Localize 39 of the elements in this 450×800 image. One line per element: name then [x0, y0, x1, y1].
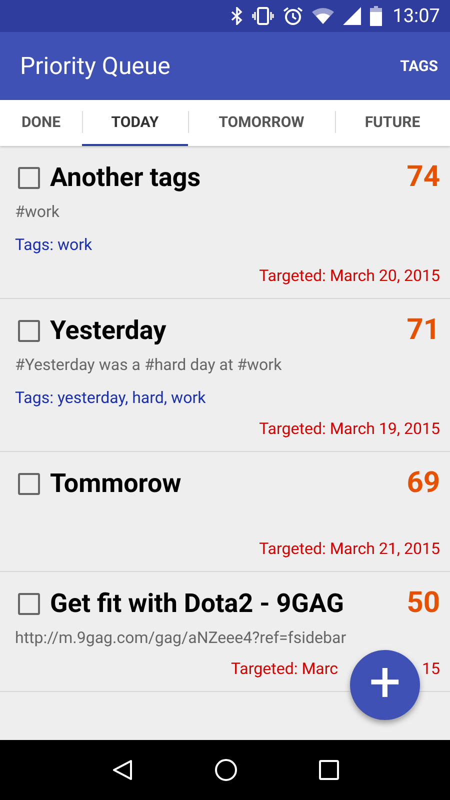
checkbox[interactable] [18, 167, 40, 189]
vibrate-icon [252, 7, 274, 25]
tab[interactable]: FUTURE [335, 100, 450, 146]
signal-icon [342, 7, 361, 25]
target-date: Targeted: March 21, 2015 [259, 538, 440, 560]
back-icon[interactable] [110, 759, 133, 781]
recents-icon[interactable] [319, 760, 340, 780]
tab[interactable]: TODAY [82, 100, 188, 146]
tab[interactable]: DONE [0, 100, 82, 146]
checkbox[interactable] [18, 320, 40, 342]
priority-score: 71 [406, 312, 440, 350]
target-date: 15 [422, 658, 440, 680]
task-tags: Tags: yesterday, hard, work [15, 386, 206, 410]
target-date: Targeted: Marc [231, 658, 338, 680]
priority-score: 69 [406, 465, 440, 502]
add-button[interactable]: + [350, 650, 420, 720]
clock-time: 13:07 [392, 2, 440, 29]
checkbox[interactable] [18, 473, 40, 495]
priority-score: 74 [406, 159, 440, 196]
app-title: Priority Queue [20, 51, 170, 82]
tags-button[interactable]: TAGS [398, 46, 440, 86]
task-description: http://m.9gag.com/gag/aNZeee4?ref=fsidebar [15, 627, 346, 649]
target-date: Targeted: March 19, 2015 [259, 418, 440, 440]
priority-score: 50 [406, 585, 440, 622]
wifi-icon [312, 8, 334, 24]
task-title: Get fit with Dota2 - 9GAG [50, 588, 345, 620]
target-date: Targeted: March 20, 2015 [259, 265, 440, 287]
home-icon[interactable] [214, 758, 238, 782]
alarm-icon [282, 6, 303, 26]
task-description: #Yesterday was a #hard day at #work [15, 354, 282, 376]
tab[interactable]: TOMORROW [188, 100, 335, 146]
checkbox[interactable] [18, 593, 40, 615]
task-title: Yesterday [50, 314, 168, 348]
task-title: Tommorow [50, 468, 182, 500]
task-description: #work [15, 201, 60, 223]
task-title: Another tags [50, 162, 202, 194]
bluetooth-icon [230, 7, 243, 25]
battery-icon [370, 6, 382, 26]
task-tags: Tags: work [15, 232, 92, 256]
